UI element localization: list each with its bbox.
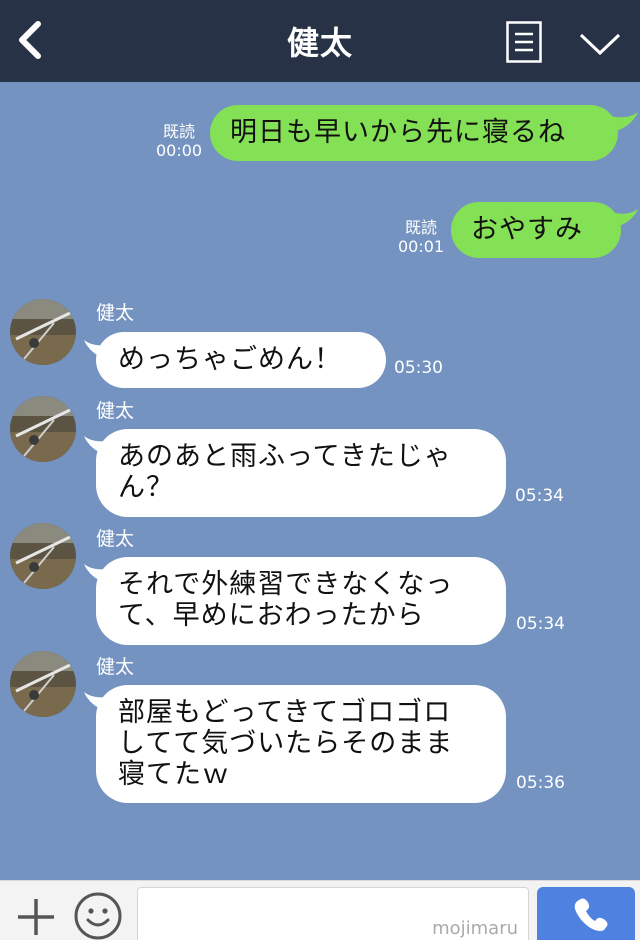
incoming-message[interactable]: あのあと雨ふってきたじゃ ん？ (96, 429, 506, 517)
avatar-photo (10, 523, 76, 589)
bubble-tail (610, 112, 638, 132)
avatar[interactable] (10, 523, 76, 589)
outgoing-message[interactable]: おやすみ (451, 202, 621, 258)
sender-name: 健太 (96, 656, 135, 678)
menu-lines-icon (506, 21, 542, 63)
incoming-message[interactable]: めっちゃごめん！ (96, 332, 386, 388)
message-time: 05:34 (516, 614, 565, 634)
smiley-icon (74, 892, 122, 940)
menu-button[interactable] (506, 21, 542, 63)
sender-name: 健太 (96, 528, 135, 550)
sender-name: 健太 (96, 302, 135, 324)
message-time: 05:30 (394, 358, 443, 378)
avatar-photo (10, 299, 76, 365)
add-button[interactable] (14, 895, 58, 939)
avatar-photo (10, 651, 76, 717)
outgoing-message[interactable]: 明日も早いから先に寝るね (210, 105, 618, 161)
chat-area[interactable]: 既読 00:00 明日も早いから先に寝るね 既読 00:01 おやすみ 健太 め… (0, 82, 640, 880)
message-time: 05:34 (515, 486, 564, 506)
chat-header: 健太 (0, 0, 640, 82)
incoming-message[interactable]: それで外練習できなくなっ て、早めにおわったから (96, 557, 506, 645)
message-time: 05:36 (516, 773, 565, 793)
plus-icon (18, 899, 54, 935)
sender-name: 健太 (96, 400, 135, 422)
bubble-tail (612, 208, 639, 228)
phone-icon (574, 898, 608, 931)
call-button[interactable] (537, 887, 635, 940)
chevron-down-icon (579, 33, 621, 56)
message-input-bar: mojimaru (0, 880, 640, 940)
avatar-photo (10, 396, 76, 462)
watermark-text: mojimaru (432, 918, 518, 939)
read-receipt: 既読 00:01 (398, 218, 445, 256)
chat-title: 健太 (286, 24, 353, 62)
dropdown-button[interactable] (578, 30, 622, 58)
incoming-message[interactable]: 部屋もどってきてゴロゴロ してて気づいたらそのまま 寝てたｗ (96, 685, 506, 803)
emoji-button[interactable] (72, 890, 124, 940)
avatar[interactable] (10, 651, 76, 717)
message-input[interactable]: mojimaru (137, 887, 529, 940)
avatar[interactable] (10, 299, 76, 365)
avatar[interactable] (10, 396, 76, 462)
read-receipt: 既読 00:00 (156, 122, 203, 160)
